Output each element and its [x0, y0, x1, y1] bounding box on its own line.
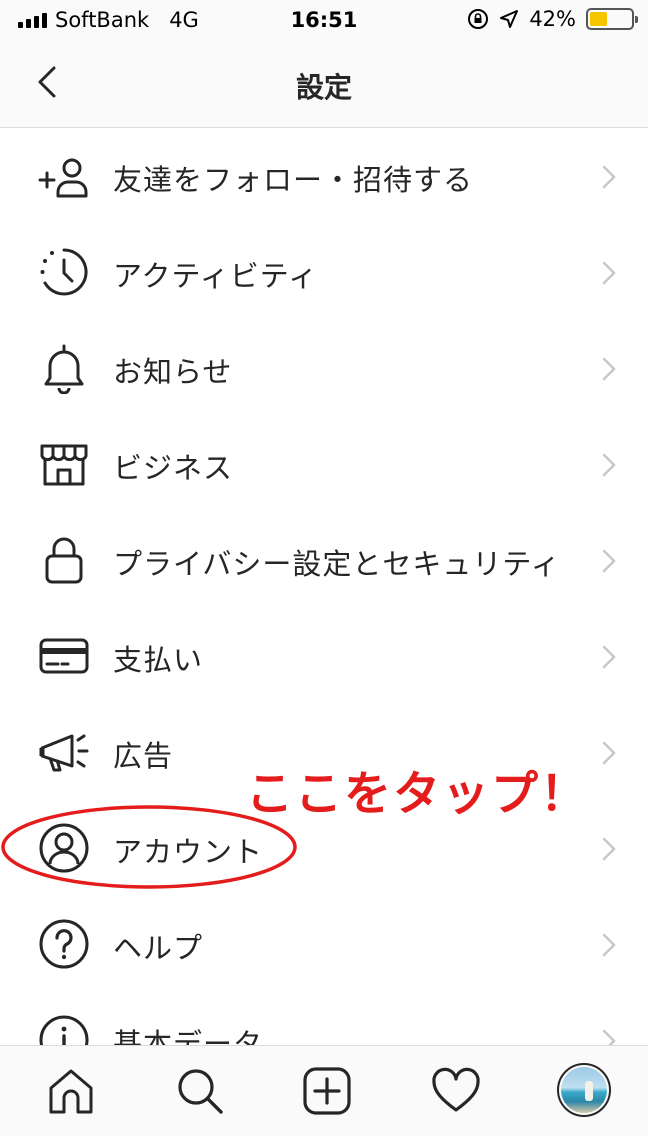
- menu-item-privacy-security[interactable]: プライバシー設定とセキュリティ: [0, 512, 648, 608]
- menu-item-payments[interactable]: 支払い: [0, 608, 648, 704]
- menu-item-label: お知らせ: [113, 355, 233, 389]
- chevron-right-icon: [602, 549, 616, 573]
- avatar-figure: [585, 1081, 593, 1101]
- chevron-right-icon: [602, 933, 616, 957]
- megaphone-icon: [39, 734, 89, 772]
- credit-card-icon: [39, 638, 89, 674]
- chevron-right-icon: [602, 261, 616, 285]
- bell-icon: [44, 344, 84, 394]
- avatar-photo: [561, 1067, 607, 1113]
- chevron-right-icon: [602, 837, 616, 861]
- search-icon[interactable]: [175, 1066, 225, 1116]
- annotation-ellipse: [1, 805, 297, 889]
- lock-icon: [45, 537, 83, 584]
- rotation-lock-icon: [468, 9, 489, 29]
- help-icon: [39, 919, 89, 969]
- menu-item-label: 支払い: [113, 643, 204, 677]
- menu-item-activity[interactable]: アクティビティ: [0, 224, 648, 320]
- chevron-right-icon: [602, 453, 616, 477]
- bottom-tab-bar: [0, 1045, 648, 1136]
- navigation-bar: 設定: [0, 40, 648, 128]
- status-right: 42%: [467, 7, 638, 31]
- menu-item-label: 広告: [113, 739, 174, 773]
- profile-avatar[interactable]: [557, 1063, 611, 1117]
- menu-item-label: ビジネス: [113, 451, 234, 485]
- menu-item-help[interactable]: ヘルプ: [0, 896, 648, 992]
- battery-level: [590, 12, 607, 26]
- location-arrow-icon: [500, 10, 519, 28]
- menu-item-label: 友達をフォロー・招待する: [113, 163, 474, 197]
- chevron-right-icon: [602, 165, 616, 189]
- storefront-icon: [40, 444, 88, 486]
- battery-icon: [586, 8, 638, 30]
- menu-item-label: プライバシー設定とセキュリティ: [113, 547, 561, 581]
- menu-item-business[interactable]: ビジネス: [0, 416, 648, 512]
- menu-item-notifications[interactable]: お知らせ: [0, 320, 648, 416]
- heart-icon[interactable]: [431, 1066, 481, 1116]
- menu-item-label: 基本データ: [113, 1027, 264, 1045]
- new-post-icon[interactable]: [302, 1066, 352, 1116]
- home-icon[interactable]: [46, 1066, 96, 1116]
- chevron-right-icon: [602, 741, 616, 765]
- menu-item-follow-invite[interactable]: 友達をフォロー・招待する: [0, 128, 648, 224]
- chevron-right-icon: [602, 357, 616, 381]
- menu-item-label: アクティビティ: [113, 259, 319, 293]
- add-person-icon: [38, 158, 88, 198]
- chevron-right-icon: [602, 645, 616, 669]
- activity-clock-icon: [40, 248, 88, 296]
- info-icon: [39, 1015, 89, 1045]
- status-bar: SoftBank 4G 16:51 42%: [0, 0, 648, 40]
- menu-item-about[interactable]: 基本データ: [0, 992, 648, 1045]
- page-title: 設定: [295, 71, 352, 104]
- chevron-right-icon: [602, 1029, 616, 1045]
- battery-percent: 42%: [529, 7, 576, 31]
- settings-menu: 友達をフォロー・招待する アクティビティ お知らせ ビジネス プライバシー設定と…: [0, 128, 648, 1045]
- menu-item-label: ヘルプ: [113, 931, 204, 965]
